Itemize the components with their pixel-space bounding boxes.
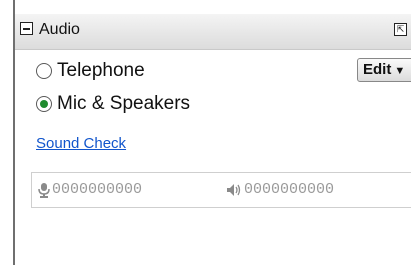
mic-level-value: 0000000000 [52,181,143,198]
telephone-radio[interactable] [36,63,52,79]
mic-speakers-label: Mic & Speakers [57,93,191,114]
caret-down-icon: ▼ [394,65,406,77]
telephone-option[interactable]: Telephone [36,61,145,81]
speaker-level-value: 0000000000 [244,181,335,198]
popout-icon[interactable]: ⇱ [394,23,407,36]
telephone-label: Telephone [57,60,145,81]
edit-button[interactable]: Edit ▼ [357,58,411,82]
audio-level-meters: 0000000000 0000000000 [31,172,411,208]
sound-check-link[interactable]: Sound Check [36,135,126,152]
panel-title: Audio [39,21,80,38]
edit-button-label: Edit [363,61,392,78]
mic-speakers-option[interactable]: Mic & Speakers [36,94,190,114]
microphone-icon [38,182,50,198]
audio-panel: Audio ⇱ Telephone Mic & Speakers Edit ▼ S… [0,0,411,265]
speaker-icon [227,183,241,196]
speaker-level-meter: 0000000000 [226,181,334,198]
audio-panel-header: Audio ⇱ [15,14,411,50]
mic-speakers-radio[interactable] [36,96,52,112]
collapse-icon[interactable] [20,22,33,35]
mic-level-meter: 0000000000 [38,181,142,198]
